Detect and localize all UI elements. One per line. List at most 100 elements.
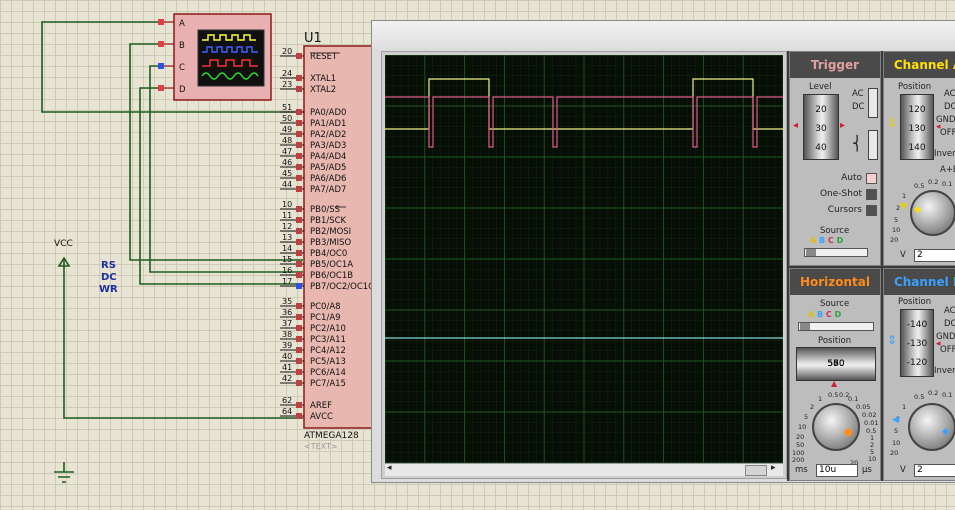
timebase-knob[interactable]: ● — [812, 403, 860, 451]
channel-a-volts-tick: 0.5 — [914, 182, 925, 190]
pin-label-pa0-ad0[interactable]: PA0/AD0 — [310, 108, 346, 118]
trigger-source-d[interactable]: D — [837, 236, 844, 245]
pin-label-pc5-a13[interactable]: PC5/A13 — [310, 357, 346, 367]
pin-marker — [296, 380, 302, 386]
channel-b-invert[interactable]: Invert — [934, 366, 955, 376]
trigger-edge-switch[interactable] — [868, 130, 878, 160]
pin-marker — [296, 86, 302, 92]
pin-number: 64 — [282, 407, 292, 416]
horizontal-source-b[interactable]: B — [817, 310, 823, 319]
trigger-source-c[interactable]: C — [828, 236, 834, 245]
pin-label-pa2-ad2[interactable]: PA2/AD2 — [310, 130, 346, 140]
pin-label-pb3-miso[interactable]: PB3/MISO — [310, 238, 351, 248]
scope-display[interactable] — [384, 54, 784, 464]
channel-a-mode-gnd[interactable]: GND — [936, 115, 955, 125]
pin-label-pb1-sck[interactable]: PB1/SCK — [310, 216, 347, 226]
pin-marker — [296, 109, 302, 115]
channel-a-a-plus-b[interactable]: A+B — [940, 165, 955, 175]
channel-b-volts-knob[interactable]: ◆ — [908, 403, 955, 451]
scroll-thumb[interactable] — [745, 465, 767, 476]
pin-label-reset[interactable]: RESET — [310, 52, 338, 62]
trigger-cursors-label: Cursors — [827, 205, 862, 215]
trigger-source-b[interactable]: B — [819, 236, 825, 245]
pin-label-pb7-oc2-oc1c[interactable]: PB7/OC2/OC1C — [310, 282, 374, 292]
channel-a-volts-field[interactable]: 2 — [914, 249, 955, 262]
channel-b-mode-dc[interactable]: DC — [944, 319, 955, 329]
trigger-source-slider[interactable] — [804, 248, 868, 257]
trigger-one-shot-button[interactable] — [866, 189, 877, 200]
horizontal-section: Horizontal Source A B C D Position 580 5… — [789, 268, 881, 481]
horizontal-source-c[interactable]: C — [826, 310, 832, 319]
channel-b-position-drum[interactable]: -140 -130 -120 — [900, 309, 934, 377]
chip-name: ATMEGA128 — [304, 431, 359, 441]
trigger-source-a[interactable]: A — [810, 236, 816, 245]
pin-label-pc7-a15[interactable]: PC7/A15 — [310, 379, 346, 389]
pin-label-pb0-ss[interactable]: PB0/SS — [310, 205, 340, 215]
pin-label-pc3-a11[interactable]: PC3/A11 — [310, 335, 346, 345]
pin-number: 36 — [282, 308, 292, 317]
horizontal-source-d[interactable]: D — [835, 310, 842, 319]
trigger-auto-button[interactable] — [866, 173, 877, 184]
scroll-right-icon[interactable]: ▸ — [771, 463, 776, 473]
timebase-value-field[interactable]: 10u — [816, 464, 858, 477]
pin-label-avcc[interactable]: AVCC — [310, 412, 333, 422]
channel-a-invert[interactable]: Invert — [934, 149, 955, 159]
horizontal-position-drum[interactable]: 580 570 560 550 — [796, 347, 876, 381]
pin-label-pc0-a8[interactable]: PC0/A8 — [310, 302, 341, 312]
net-label-rs: RS — [101, 260, 116, 271]
trigger-coupling-switch[interactable] — [868, 88, 878, 118]
pin-number: 16 — [282, 266, 292, 275]
channel-a-position-label: Position — [898, 82, 932, 92]
oscilloscope-title-bar[interactable] — [372, 21, 955, 49]
channel-b-mode-gnd[interactable]: GND — [936, 332, 955, 342]
pin-label-xtal1[interactable]: XTAL1 — [310, 74, 336, 84]
channel-b-mode-off[interactable]: OFF — [940, 345, 955, 355]
display-horizontal-scrollbar[interactable]: ◂ ▸ — [385, 463, 783, 476]
pin-label-pa3-ad3[interactable]: PA3/AD3 — [310, 141, 346, 151]
pin-label-pa7-ad7[interactable]: PA7/AD7 — [310, 185, 346, 195]
scope-control-panel: Trigger Level 20 30 40 ◂ ▸ AC DC ⎨ Auto … — [787, 51, 955, 481]
pin-label-pb6-oc1b[interactable]: PB6/OC1B — [310, 271, 353, 281]
pin-number: 41 — [282, 363, 292, 372]
horizontal-source-slider-thumb[interactable] — [800, 323, 810, 330]
pin-label-pa6-ad6[interactable]: PA6/AD6 — [310, 174, 346, 184]
horizontal-source-slider[interactable] — [798, 322, 874, 331]
pin-label-pb4-oc0[interactable]: PB4/OC0 — [310, 249, 347, 259]
channel-a-mode-off[interactable]: OFF — [940, 128, 955, 138]
timebase-tick: 0.5 — [828, 391, 839, 399]
pin-marker — [296, 228, 302, 234]
pin-label-pc1-a9[interactable]: PC1/A9 — [310, 313, 341, 323]
timebase-tick: 0.1 — [848, 395, 859, 403]
channel-b-title: Channel B — [884, 269, 955, 295]
pin-label-pa1-ad1[interactable]: PA1/AD1 — [310, 119, 346, 129]
channel-b-position-tick: -120 — [906, 358, 928, 368]
oscilloscope-window[interactable]: ◂ ▸ Trigger Level 20 30 40 ◂ ▸ AC DC ⎨ A… — [371, 20, 955, 483]
pin-label-pb2-mosi[interactable]: PB2/MOSI — [310, 227, 351, 237]
pin-label-pa4-ad4[interactable]: PA4/AD4 — [310, 152, 346, 162]
channel-a-position-tick: 120 — [908, 105, 926, 115]
horizontal-source-a[interactable]: A — [808, 310, 814, 319]
scroll-left-icon[interactable]: ◂ — [387, 463, 392, 473]
pin-label-pc2-a10[interactable]: PC2/A10 — [310, 324, 346, 334]
channel-a-mode-dc[interactable]: DC — [944, 102, 955, 112]
channel-b-mode-ac[interactable]: AC — [944, 306, 955, 316]
channel-a-mode-ac[interactable]: AC — [944, 89, 955, 99]
net-label-dc: DC — [101, 272, 117, 283]
channel-a-volts-knob[interactable]: ◆ — [910, 190, 955, 236]
pin-marker — [296, 250, 302, 256]
pin-number: 49 — [282, 125, 292, 134]
pin-label-xtal2[interactable]: XTAL2 — [310, 85, 336, 95]
pin-label-pc6-a14[interactable]: PC6/A14 — [310, 368, 346, 378]
channel-b-volts-tick: 5 — [894, 427, 899, 435]
timebase-tick: 2 — [810, 403, 815, 411]
pin-label-pc4-a12[interactable]: PC4/A12 — [310, 346, 346, 356]
trigger-source-slider-thumb[interactable] — [806, 249, 816, 256]
channel-a-position-drum[interactable]: 120 130 140 — [900, 94, 934, 160]
channel-a-volts-tick: 10 — [892, 226, 901, 234]
pin-label-aref[interactable]: AREF — [310, 401, 332, 411]
trigger-level-drum[interactable]: 20 30 40 — [803, 94, 839, 160]
trigger-cursors-button[interactable] — [866, 205, 877, 216]
pin-label-pb5-oc1a[interactable]: PB5/OC1A — [310, 260, 353, 270]
pin-label-pa5-ad5[interactable]: PA5/AD5 — [310, 163, 346, 173]
channel-b-volts-field[interactable]: 2 — [914, 464, 955, 477]
